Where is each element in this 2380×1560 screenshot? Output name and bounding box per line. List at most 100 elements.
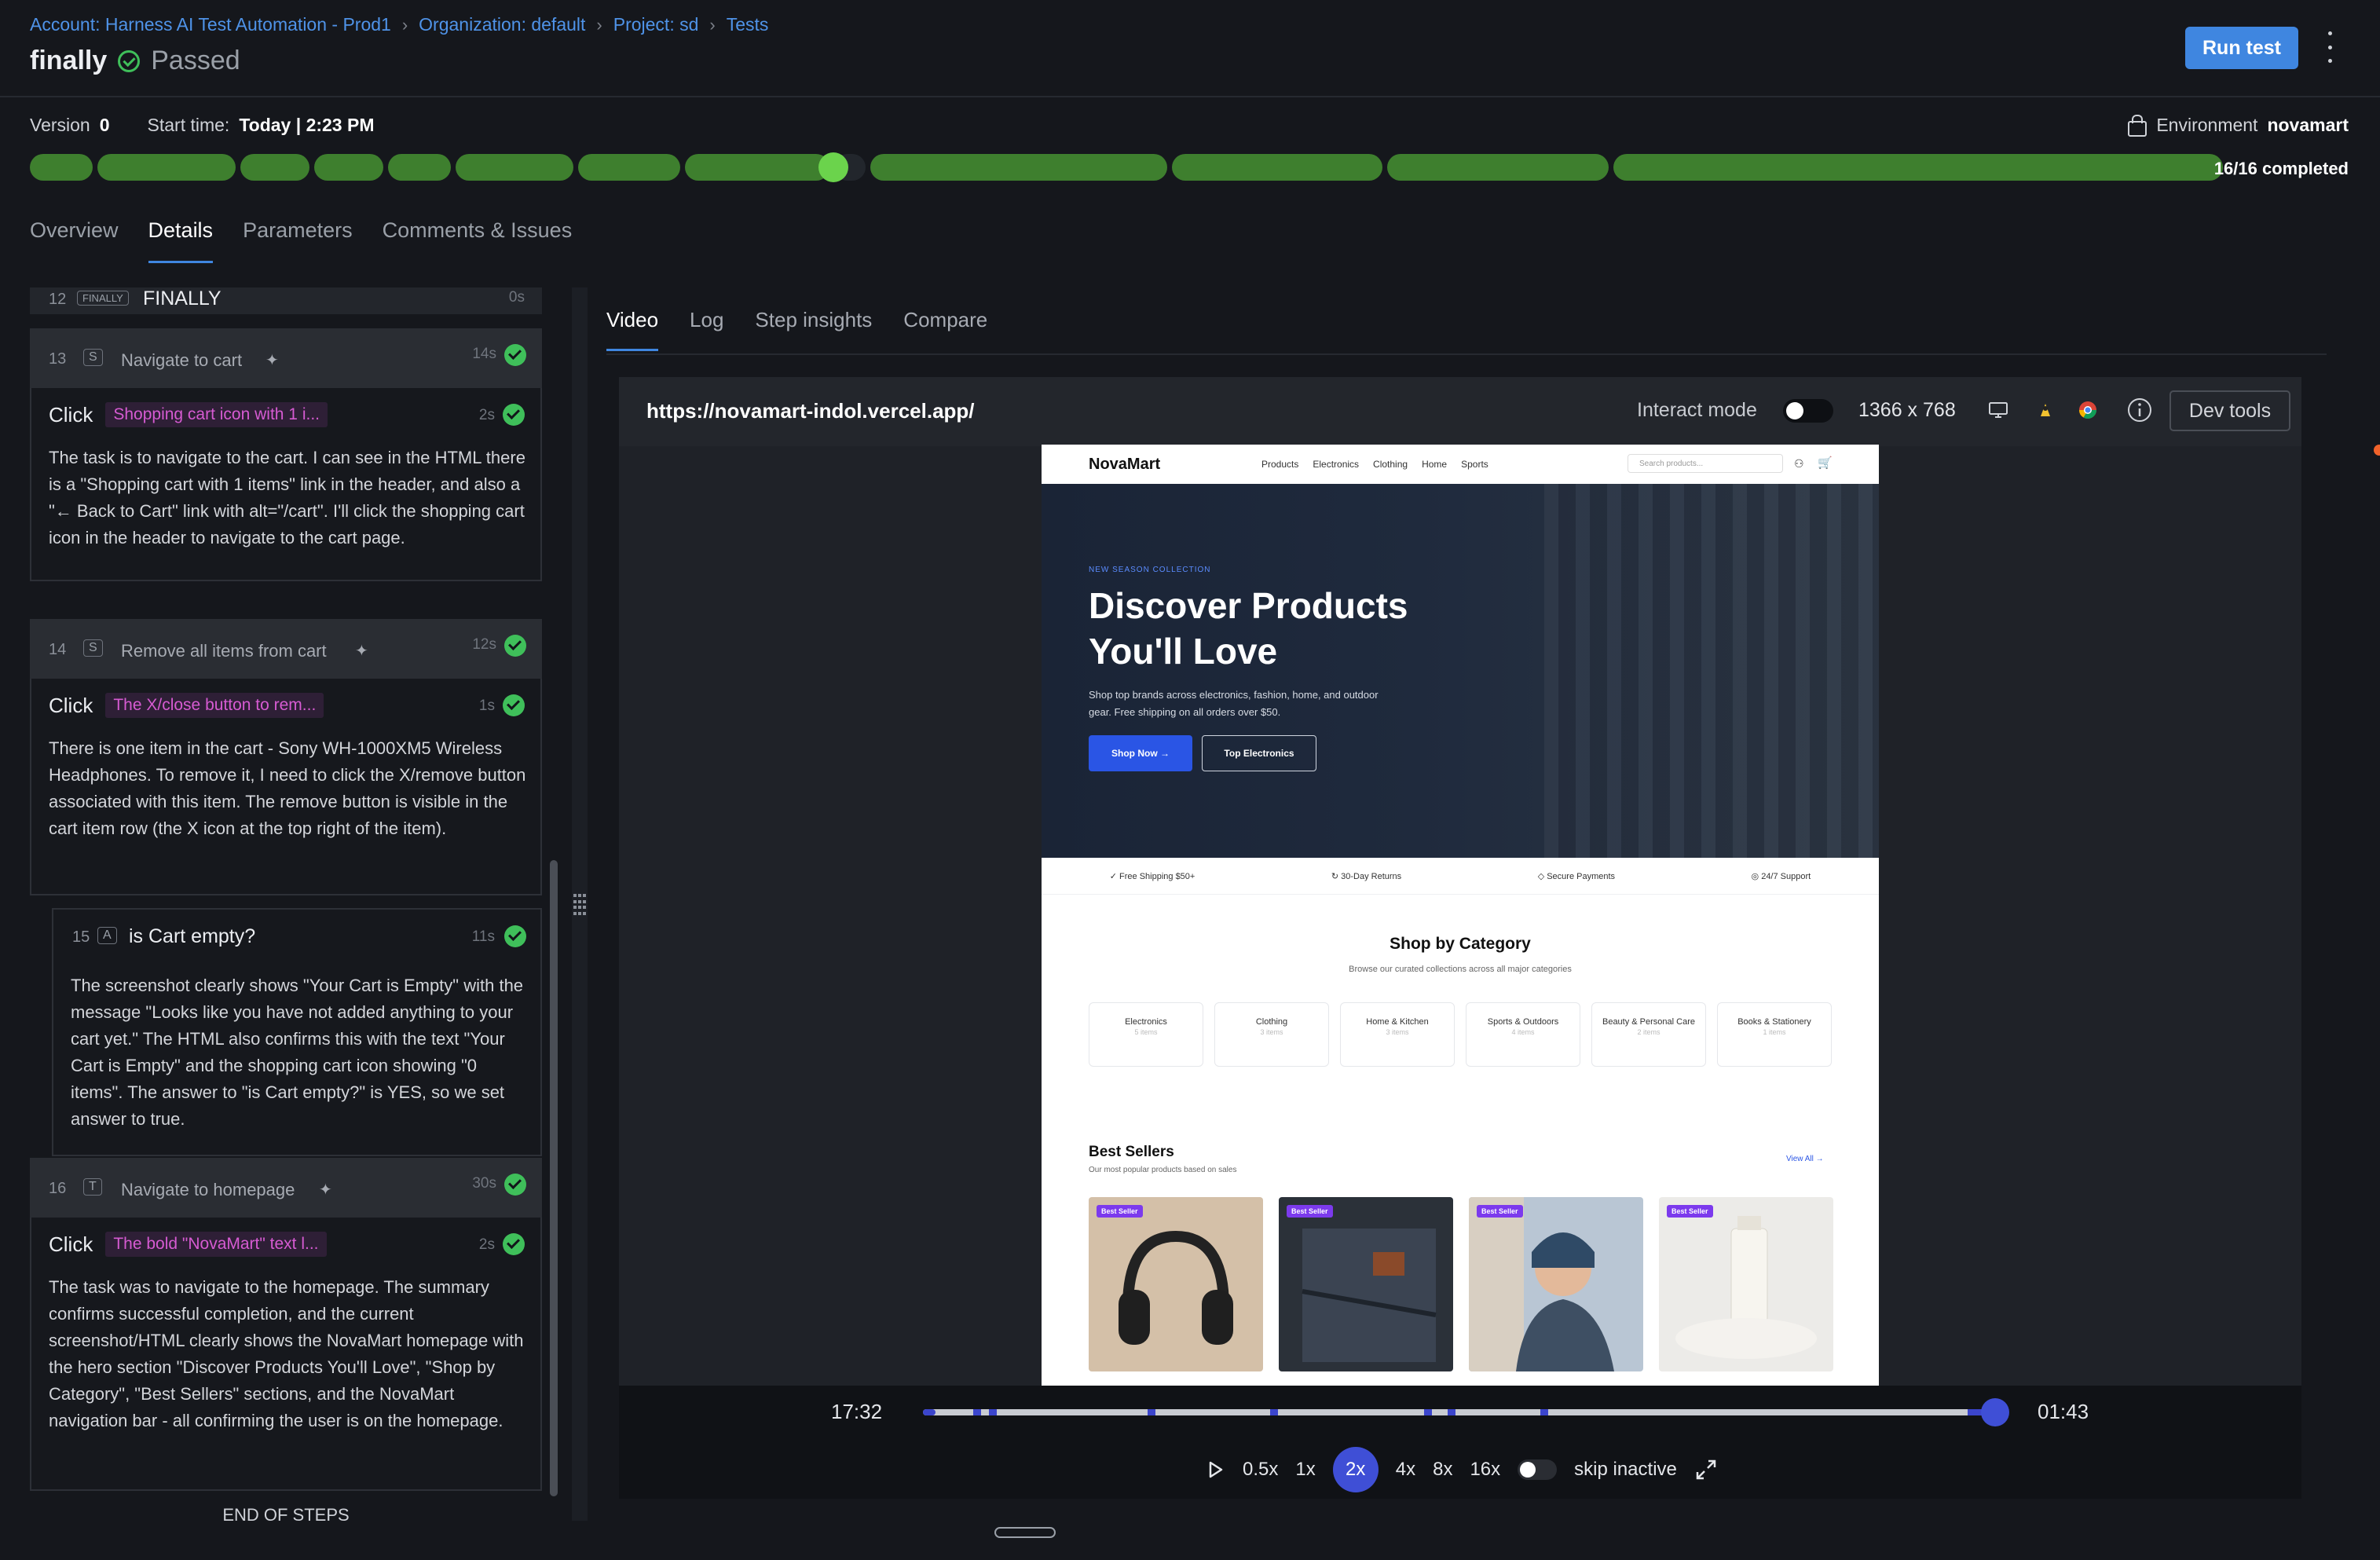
site-nav-products: Products bbox=[1261, 459, 1299, 470]
action-target-chip[interactable]: The X/close button to rem... bbox=[105, 693, 324, 718]
category-card: Electronics 5 items bbox=[1089, 1002, 1203, 1067]
step-title: FINALLY bbox=[143, 287, 222, 309]
dev-tools-button[interactable]: Dev tools bbox=[2169, 390, 2290, 431]
step-number: 15 bbox=[72, 928, 90, 946]
step-duration: 12s bbox=[472, 636, 496, 653]
step-progress-segment[interactable] bbox=[388, 154, 451, 181]
current-step-indicator[interactable] bbox=[818, 152, 848, 182]
run-meta: Version 0 Start time: Today | 2:23 PM bbox=[30, 115, 403, 136]
action-target-chip[interactable]: The bold "NovaMart" text l... bbox=[105, 1232, 327, 1257]
site-hero: NEW SEASON COLLECTION Discover Products … bbox=[1042, 484, 1879, 858]
tab-video[interactable]: Video bbox=[606, 308, 659, 351]
step-marker bbox=[1424, 1409, 1432, 1415]
step-progress-segment[interactable] bbox=[97, 154, 236, 181]
seek-handle[interactable] bbox=[1981, 1398, 2009, 1426]
environment-label: Environment bbox=[2156, 115, 2258, 135]
title-row: finally Passed bbox=[30, 46, 240, 76]
step-number: 16 bbox=[49, 1180, 67, 1197]
main-tabs: Overview Details Parameters Comments & I… bbox=[30, 218, 573, 263]
bottle-image bbox=[1675, 1216, 1817, 1359]
step-16[interactable]: 16 T Navigate to homepage ✦ 30s Click Th… bbox=[30, 1158, 542, 1491]
perk-support: ◎ 24/7 Support bbox=[1751, 871, 1811, 881]
cart-icon: 🛒 bbox=[1818, 456, 1833, 470]
step-type-badge: A bbox=[97, 927, 117, 944]
run-test-button[interactable]: Run test bbox=[2185, 27, 2298, 69]
step-progress-segment[interactable] bbox=[578, 154, 680, 181]
desktop-icon[interactable] bbox=[1987, 399, 2009, 421]
tab-compare[interactable]: Compare bbox=[903, 308, 987, 332]
tab-overview[interactable]: Overview bbox=[30, 218, 119, 243]
step-progress-segment[interactable] bbox=[1172, 154, 1382, 181]
step-marker bbox=[1448, 1409, 1455, 1415]
play-icon[interactable] bbox=[1205, 1459, 1225, 1480]
breadcrumb-project[interactable]: Project: sd bbox=[613, 14, 699, 35]
step-progress-segment[interactable] bbox=[870, 154, 1167, 181]
remaining-time: 01:43 bbox=[2038, 1400, 2089, 1423]
tab-details[interactable]: Details bbox=[148, 218, 213, 263]
product-card-jacket: Best Seller bbox=[1469, 1197, 1643, 1371]
step-number: 13 bbox=[49, 350, 67, 368]
speed-0-5x[interactable]: 0.5x bbox=[1243, 1459, 1278, 1481]
hero-eyebrow: NEW SEASON COLLECTION bbox=[1089, 566, 1211, 574]
best-seller-tag: Best Seller bbox=[1097, 1205, 1143, 1218]
scrollbar-thumb[interactable] bbox=[550, 860, 558, 1496]
action-label: Click bbox=[49, 693, 93, 717]
speed-16x[interactable]: 16x bbox=[1470, 1459, 1500, 1481]
step-progress-segment[interactable] bbox=[456, 154, 573, 181]
more-options-icon[interactable] bbox=[2325, 31, 2334, 63]
start-time-value: Today | 2:23 PM bbox=[239, 115, 375, 135]
end-of-steps-label: END OF STEPS bbox=[222, 1505, 350, 1525]
best-seller-tag: Best Seller bbox=[1477, 1205, 1523, 1218]
sparkle-icon: ✦ bbox=[319, 1181, 332, 1199]
step-progress-segment[interactable] bbox=[314, 154, 383, 181]
site-nav-electronics: Electronics bbox=[1313, 459, 1360, 470]
start-time-label: Start time: bbox=[147, 115, 230, 135]
headphones-image bbox=[1119, 1230, 1233, 1345]
speed-2x[interactable]: 2x bbox=[1332, 1447, 1379, 1492]
breadcrumb-organization[interactable]: Organization: default bbox=[419, 14, 585, 35]
step-13[interactable]: 13 S Navigate to cart ✦ 14s Click Shoppi… bbox=[30, 328, 542, 581]
speed-4x[interactable]: 4x bbox=[1396, 1459, 1415, 1481]
step-progress-segment[interactable] bbox=[30, 154, 93, 181]
step-progress-segment[interactable] bbox=[685, 154, 829, 181]
sparkle-icon: ✦ bbox=[265, 352, 279, 369]
action-target-chip[interactable]: Shopping cart icon with 1 i... bbox=[105, 402, 328, 427]
linux-icon bbox=[2041, 404, 2050, 416]
step-reasoning: The task was to navigate to the homepage… bbox=[49, 1277, 524, 1430]
drag-handle-icon[interactable] bbox=[573, 894, 586, 916]
step-progress-segment[interactable] bbox=[240, 154, 309, 181]
speed-1x[interactable]: 1x bbox=[1295, 1459, 1315, 1481]
breadcrumb-tests[interactable]: Tests bbox=[727, 14, 769, 35]
skip-inactive-toggle[interactable] bbox=[1518, 1459, 1558, 1480]
tab-parameters[interactable]: Parameters bbox=[243, 218, 353, 243]
step-15[interactable]: 15 A is Cart empty? 11s The screenshot c… bbox=[52, 908, 542, 1156]
tab-step-insights[interactable]: Step insights bbox=[755, 308, 872, 332]
fullscreen-icon[interactable] bbox=[1694, 1458, 1718, 1481]
step-14[interactable]: 14 S Remove all items from cart ✦ 12s Cl… bbox=[30, 619, 542, 895]
step-12[interactable]: 12 FINALLY FINALLY 0s bbox=[30, 287, 542, 314]
step-duration: 30s bbox=[472, 1175, 496, 1192]
tab-comments-issues[interactable]: Comments & Issues bbox=[383, 218, 573, 243]
finally-badge: FINALLY bbox=[77, 291, 129, 306]
breadcrumb-account[interactable]: Account: Harness AI Test Automation - Pr… bbox=[30, 14, 391, 35]
viewer-tabs: Video Log Step insights Compare bbox=[606, 308, 987, 351]
tab-log[interactable]: Log bbox=[690, 308, 723, 332]
viewport-resolution: 1366 x 768 bbox=[1858, 399, 1956, 421]
bottom-drag-handle[interactable] bbox=[994, 1527, 1056, 1538]
step-progress-bar[interactable] bbox=[30, 152, 2223, 182]
success-check-icon bbox=[503, 694, 525, 716]
info-icon[interactable] bbox=[2127, 397, 2152, 423]
step-type-badge: T bbox=[83, 1178, 102, 1196]
step-title: Navigate to homepage bbox=[121, 1180, 295, 1199]
notification-dot bbox=[2374, 445, 2380, 456]
bestsellers-title: Best Sellers bbox=[1089, 1144, 1174, 1160]
step-progress-segment[interactable] bbox=[1613, 154, 2223, 181]
video-seek-bar[interactable] bbox=[923, 1409, 1996, 1415]
chevron-right-icon: › bbox=[709, 14, 716, 35]
site-search-input: Search products... bbox=[1628, 454, 1783, 473]
hero-background-image bbox=[1544, 484, 1879, 858]
site-nav-links: Products Electronics Clothing Home Sport… bbox=[1261, 459, 1488, 470]
step-progress-segment[interactable] bbox=[1387, 154, 1609, 181]
interact-mode-toggle[interactable] bbox=[1783, 399, 1833, 423]
speed-8x[interactable]: 8x bbox=[1433, 1459, 1452, 1481]
